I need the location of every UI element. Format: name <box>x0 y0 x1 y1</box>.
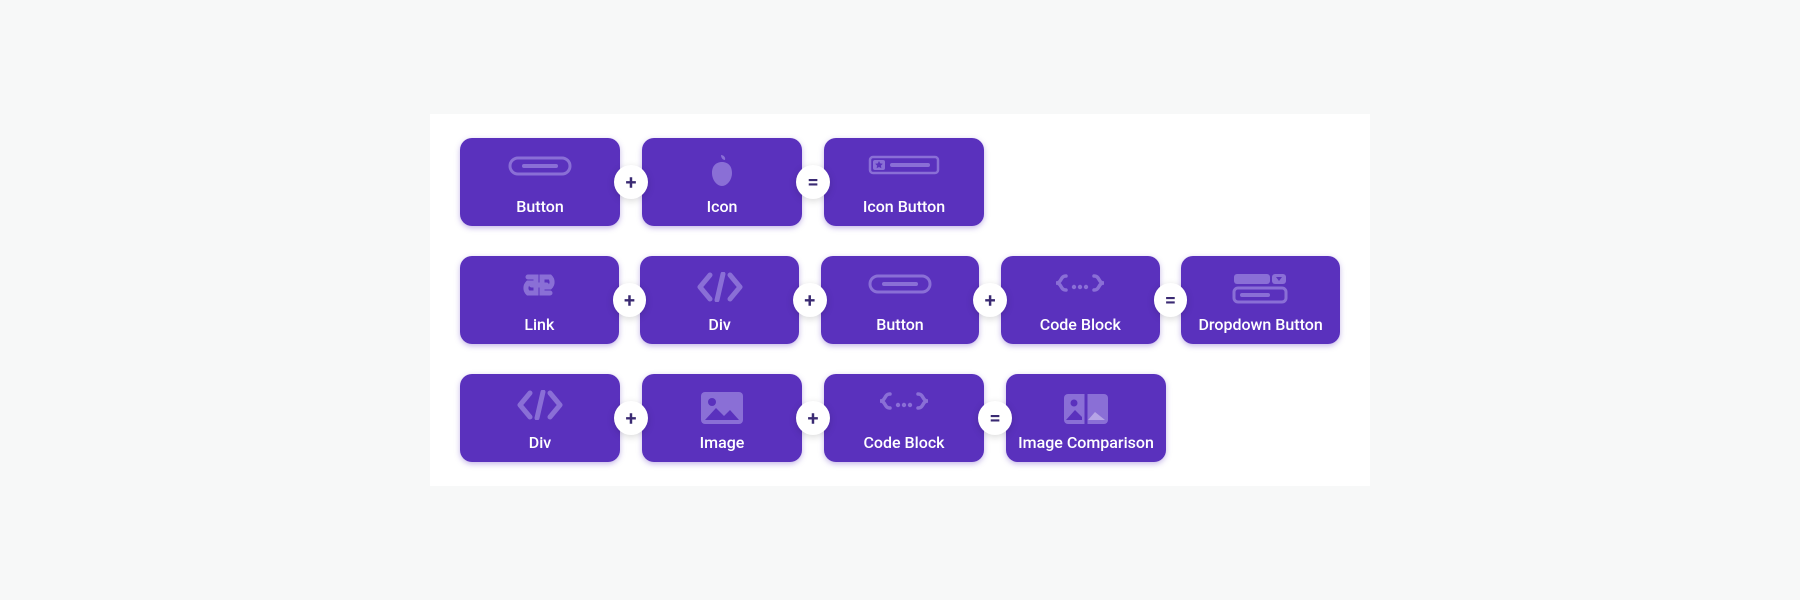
operator-equals: = <box>978 401 1012 435</box>
div-icon <box>512 390 568 420</box>
card-label: Code Block <box>1040 315 1121 334</box>
button-icon <box>508 154 572 178</box>
div-icon <box>692 272 748 302</box>
card-label: Image <box>700 433 745 452</box>
card-code-block: Code Block <box>1001 256 1160 344</box>
card-label: Link <box>524 315 554 334</box>
equation-row: Div + Image + Code Block = Image Compari… <box>460 374 1340 462</box>
card-button: Button <box>821 256 980 344</box>
card-code-block: Code Block <box>824 374 984 462</box>
diagram-canvas: Button + Icon = Icon Button Link + Div <box>430 114 1370 486</box>
card-link: Link <box>460 256 619 344</box>
card-label: Icon Button <box>863 197 945 216</box>
card-icon: Icon <box>642 138 802 226</box>
card-label: Div <box>708 315 730 334</box>
link-icon <box>512 272 566 298</box>
card-label: Div <box>529 433 551 452</box>
operator-plus: + <box>973 283 1007 317</box>
icon-button-icon <box>868 154 940 176</box>
equation-row: Button + Icon = Icon Button <box>460 138 1340 226</box>
operator-equals: = <box>1154 283 1188 317</box>
apple-icon <box>706 154 738 188</box>
card-label: Code Block <box>863 433 944 452</box>
card-div: Div <box>460 374 620 462</box>
card-icon-button: Icon Button <box>824 138 984 226</box>
equation-row: Link + Div + Button + Code Block = Dropd… <box>460 256 1340 344</box>
card-label: Image Comparison <box>1018 433 1154 452</box>
card-image: Image <box>642 374 802 462</box>
card-label: Button <box>876 315 923 334</box>
diagram-page: Button + Icon = Icon Button Link + Div <box>0 0 1800 600</box>
operator-plus: + <box>614 401 648 435</box>
image-comparison-icon <box>1061 390 1111 428</box>
code-block-icon <box>874 390 934 420</box>
image-icon <box>699 390 745 426</box>
operator-plus: + <box>613 283 647 317</box>
code-block-icon <box>1050 272 1110 302</box>
button-icon <box>868 272 932 296</box>
card-label: Icon <box>707 197 738 216</box>
dropdown-button-icon <box>1230 272 1292 306</box>
card-label: Dropdown Button <box>1198 315 1322 334</box>
card-div: Div <box>640 256 799 344</box>
card-label: Button <box>516 197 563 216</box>
operator-equals: = <box>796 165 830 199</box>
operator-plus: + <box>796 401 830 435</box>
card-button: Button <box>460 138 620 226</box>
card-image-comparison: Image Comparison <box>1006 374 1166 462</box>
card-dropdown-button: Dropdown Button <box>1181 256 1340 344</box>
operator-plus: + <box>614 165 648 199</box>
operator-plus: + <box>793 283 827 317</box>
